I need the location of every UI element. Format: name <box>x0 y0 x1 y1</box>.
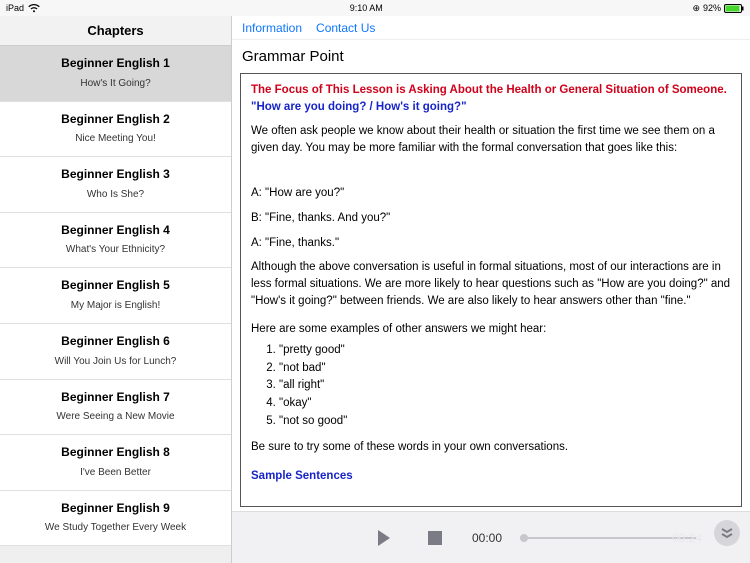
sidebar-header: Chapters <box>0 16 231 46</box>
example-item: "not so good" <box>279 413 731 430</box>
example-item: "not bad" <box>279 360 731 377</box>
collapse-button[interactable] <box>714 520 740 546</box>
chapter-subtitle: Will You Join Us for Lunch? <box>8 356 223 367</box>
chapter-list[interactable]: Beginner English 1How's It Going?Beginne… <box>0 46 231 563</box>
chapter-subtitle: I've Been Better <box>8 467 223 478</box>
chapter-item[interactable]: Beginner English 9 We Study Together Ever… <box>0 491 231 547</box>
chapter-subtitle: How's It Going? <box>8 78 223 89</box>
examples-intro: Here are some examples of other answers … <box>251 321 731 338</box>
play-button[interactable] <box>368 523 398 553</box>
chapter-subtitle: Were Seeing a New Movie <box>8 411 223 422</box>
chapter-item[interactable]: Beginner English 6 Will You Join Us for L… <box>0 324 231 380</box>
wifi-icon <box>28 4 40 13</box>
content-pane: Information Contact Us Grammar Point The… <box>232 16 750 563</box>
dialog-line: A: "Fine, thanks." <box>251 235 731 252</box>
battery-icon <box>724 4 744 13</box>
chapter-title: Beginner English 1 <box>8 56 223 72</box>
chapter-title: Beginner English 6 <box>8 334 223 350</box>
audio-player: 00:00 00:24 <box>232 511 750 563</box>
sample-sentences-link[interactable]: Sample Sentences <box>251 468 731 485</box>
chapter-title: Beginner English 7 <box>8 390 223 406</box>
lesson-closing: Be sure to try some of these words in yo… <box>251 439 731 456</box>
chapter-title: Beginner English 4 <box>8 223 223 239</box>
lesson-phrase: "How are you doing? / How's it going?" <box>251 99 731 116</box>
device-label: iPad <box>6 3 24 13</box>
lesson-explain: Although the above conversation is usefu… <box>251 259 731 309</box>
chapter-item[interactable]: Beginner English 3 Who Is She? <box>0 157 231 213</box>
elapsed-time: 00:00 <box>472 531 502 545</box>
example-item: "all right" <box>279 377 731 394</box>
chapter-subtitle: Nice Meeting You! <box>8 133 223 144</box>
chapter-title: Beginner English 8 <box>8 445 223 461</box>
page-title: Grammar Point <box>232 40 750 73</box>
example-item: "okay" <box>279 395 731 412</box>
charging-icon: ⊕ <box>692 3 700 14</box>
dialog-line: B: "Fine, thanks. And you?" <box>251 210 731 227</box>
progress-knob[interactable] <box>520 534 528 542</box>
battery-percent: 92% <box>703 3 721 13</box>
examples-list: "pretty good""not bad""all right""okay""… <box>279 342 731 429</box>
chapter-item[interactable]: Beginner English 7 Were Seeing a New Movi… <box>0 380 231 436</box>
chapter-subtitle: Who Is She? <box>8 189 223 200</box>
chapter-item[interactable]: Beginner English 8 I've Been Better <box>0 435 231 491</box>
example-item: "pretty good" <box>279 342 731 359</box>
clock: 9:10 AM <box>40 3 692 13</box>
nav-links: Information Contact Us <box>232 16 750 40</box>
progress-track[interactable] <box>524 537 696 539</box>
chapter-title: Beginner English 3 <box>8 167 223 183</box>
lesson-intro: We often ask people we know about their … <box>251 123 731 156</box>
chapter-item[interactable]: Beginner English 4 What's Your Ethnicity? <box>0 213 231 269</box>
lesson-body[interactable]: The Focus of This Lesson is Asking About… <box>240 73 742 507</box>
information-link[interactable]: Information <box>242 21 302 35</box>
chapter-subtitle: My Major is English! <box>8 300 223 311</box>
dialog-line: A: "How are you?" <box>251 185 731 202</box>
chapter-subtitle: We Study Together Every Week <box>8 522 223 533</box>
chapters-sidebar: Chapters Beginner English 1 How's It Goin… <box>0 16 232 563</box>
chapter-title: Beginner English 9 <box>8 501 223 517</box>
chapter-item[interactable]: Beginner English 2 Nice Meeting You! <box>0 102 231 158</box>
chapter-item[interactable]: Beginner English 5 My Major is English! <box>0 268 231 324</box>
lesson-focus: The Focus of This Lesson is Asking About… <box>251 82 731 99</box>
chapter-title: Beginner English 2 <box>8 112 223 128</box>
stop-button[interactable] <box>420 523 450 553</box>
chapter-title: Beginner English 5 <box>8 278 223 294</box>
chapter-subtitle: What's Your Ethnicity? <box>8 244 223 255</box>
contact-us-link[interactable]: Contact Us <box>316 21 375 35</box>
chapter-item[interactable]: Beginner English 1 How's It Going? <box>0 46 231 102</box>
status-bar: iPad 9:10 AM ⊕ 92% <box>0 0 750 16</box>
total-duration: 00:24 <box>672 531 702 545</box>
